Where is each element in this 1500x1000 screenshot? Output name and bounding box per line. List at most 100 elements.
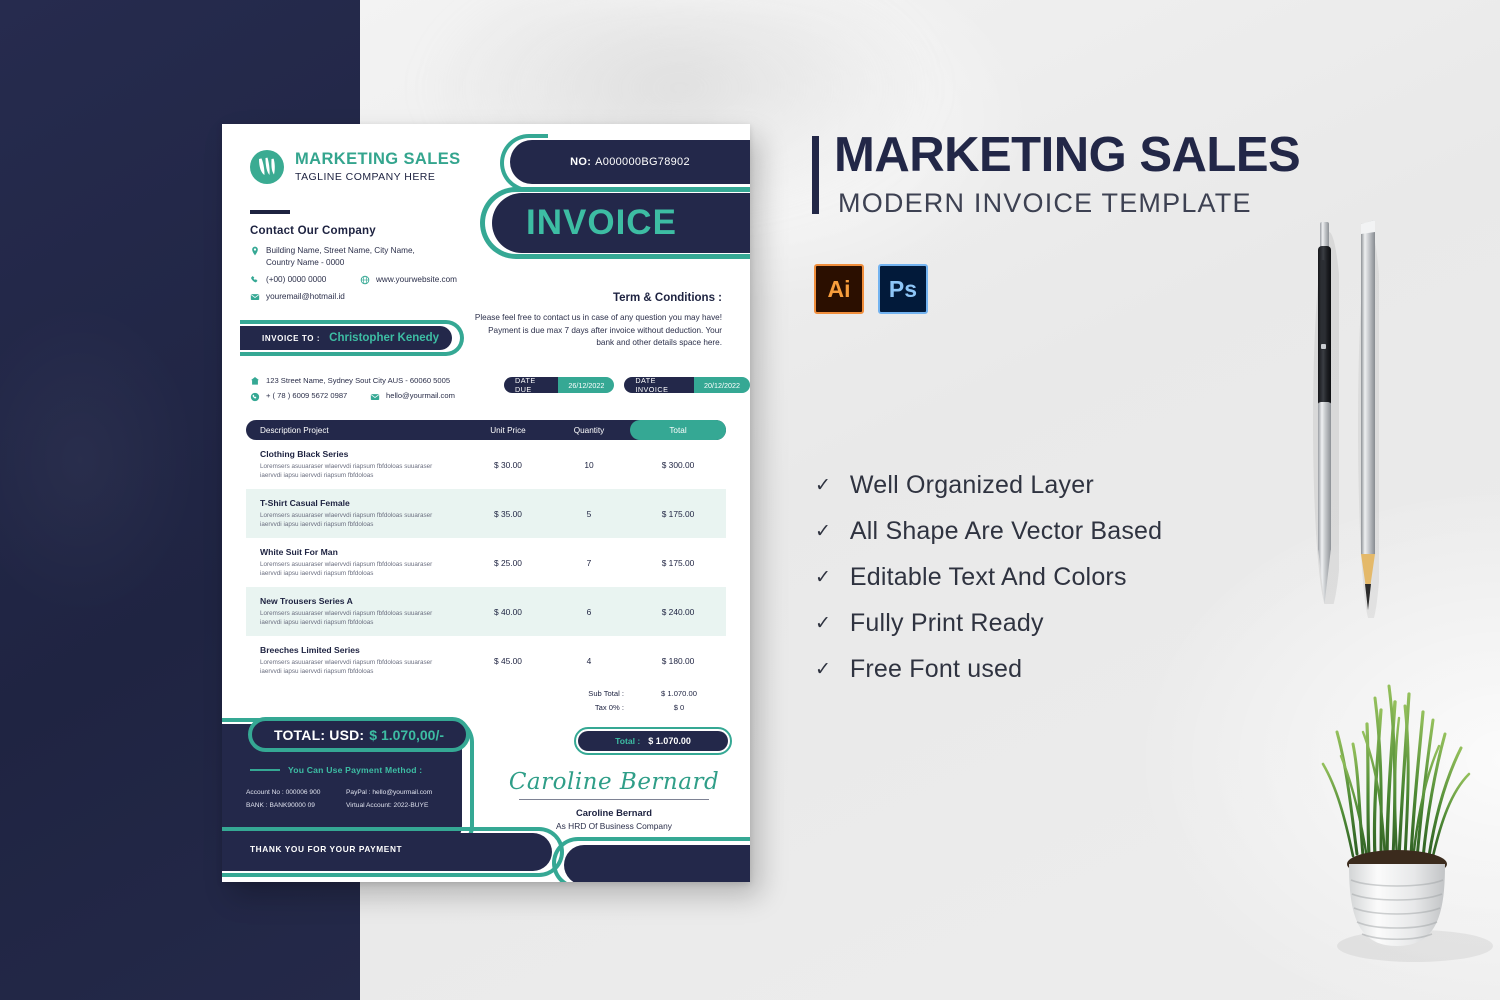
invoice-number-badge: NO: A000000BG78902 — [510, 140, 750, 184]
feature-item: ✓ Editable Text And Colors — [815, 554, 1255, 600]
signature-script: Caroline Bernard — [508, 769, 720, 795]
invoice-number-value: A000000BG78902 — [595, 156, 690, 168]
item-total: $ 240.00 — [661, 606, 695, 617]
contact-address-line1: Building Name, Street Name, City Name, — [266, 246, 415, 255]
scene: MARKETING SALES TAGLINE COMPANY HERE Con… — [0, 0, 1500, 1000]
brand-name: MARKETING SALES — [295, 150, 461, 169]
phone-icon — [251, 276, 258, 283]
contact-email-row: youremail@hotmail.id — [250, 291, 510, 303]
date-invoice-value: 20/12/2022 — [694, 377, 750, 393]
check-icon: ✓ — [815, 658, 831, 680]
feature-item: ✓ Free Font used — [815, 646, 1255, 692]
date-due-pill: DATE DUE 26/12/2022 — [504, 377, 615, 393]
grand-total-label: TOTAL: USD: — [273, 726, 365, 743]
summary-total-value: $ 1.070.00 — [648, 736, 691, 746]
invoice-sheet: MARKETING SALES TAGLINE COMPANY HERE Con… — [222, 124, 750, 882]
payment-row-2: BANK : BANK90000 09 Virtual Account: 202… — [246, 800, 461, 813]
feature-label: Fully Print Ready — [849, 608, 1044, 637]
payment-paypal: PayPal : hello@yourmail.com — [346, 789, 433, 796]
leaf-logo-icon — [250, 150, 284, 184]
summary-total-pill: Total : $ 1.070.00 — [578, 731, 728, 751]
column-header-total: Total — [630, 420, 726, 440]
invoice-banner-title: INVOICE — [526, 203, 677, 242]
summary-block: Sub Total : $ 1.070.00 Tax 0% : $ 0 — [536, 689, 726, 717]
globe-icon — [360, 275, 370, 285]
client-address: 123 Street Name, Sydney Sout City AUS - … — [266, 376, 451, 385]
phone-circle-icon — [250, 392, 260, 401]
item-unit-price: $ 35.00 — [494, 508, 522, 519]
item-quantity: 7 — [586, 557, 592, 568]
summary-subtotal-label: Sub Total : — [588, 689, 624, 698]
illustrator-badge-icon: Ai — [814, 264, 864, 314]
item-description: Loremsers asuuaraser wlaervvdi riapsum f… — [260, 560, 433, 577]
contact-website: www.yourwebsite.com — [376, 274, 457, 284]
item-name: New Trousers Series A — [260, 595, 353, 606]
promo-subtitle: MODERN INVOICE TEMPLATE — [838, 188, 1252, 218]
item-name: White Suit For Man — [260, 546, 338, 557]
home-icon — [251, 377, 259, 385]
summary-total-label: Total : — [615, 736, 641, 746]
date-due-value: 26/12/2022 — [558, 377, 615, 393]
invoice-to-bar: INVOICE TO : Christopher Kenedy — [240, 326, 452, 350]
invoice-to-label: INVOICE TO : — [262, 333, 321, 343]
item-description: Loremsers asuuaraser wlaervvdi riapsum f… — [260, 511, 433, 528]
signature-name: Caroline Bernard — [575, 807, 653, 818]
contact-phone-web-row: (+00) 0000 0000 www.yourwebsite.com — [250, 274, 510, 286]
check-icon: ✓ — [815, 566, 831, 588]
client-address-row: 123 Street Name, Sydney Sout City AUS - … — [250, 375, 455, 386]
graphite-pencil — [1358, 220, 1379, 618]
table-row: Breeches Limited Series Loremsers asuuar… — [246, 636, 726, 685]
line-items-table: Description Project Unit Price Quantity … — [246, 420, 726, 685]
feature-item: ✓ Fully Print Ready — [815, 600, 1255, 646]
item-quantity: 5 — [586, 508, 592, 519]
payment-method-title-row: You Can Use Payment Method : — [250, 765, 422, 775]
payment-account-no: Account No : 000006 900 — [246, 789, 321, 796]
payment-details-grid: Account No : 000006 900 PayPal : hello@y… — [246, 787, 461, 812]
column-header-unit-price: Unit Price — [490, 425, 526, 435]
item-name: T-Shirt Casual Female — [260, 497, 350, 508]
terms-body: Please feel free to contact us in case o… — [474, 313, 722, 348]
client-email: hello@yourmail.com — [386, 391, 455, 401]
brand-tagline: TAGLINE COMPANY HERE — [295, 170, 436, 183]
mail-icon — [250, 293, 260, 300]
feature-item: ✓ Well Organized Layer — [815, 462, 1255, 508]
background-left-blob — [0, 300, 200, 620]
item-total: $ 175.00 — [661, 508, 695, 519]
item-total: $ 175.00 — [661, 557, 695, 568]
table-header-row: Description Project Unit Price Quantity … — [246, 420, 726, 440]
item-quantity: 6 — [586, 606, 592, 617]
summary-tax-value: $ 0 — [673, 703, 685, 712]
grand-total-pill: TOTAL: USD: $ 1.070,00/- — [254, 723, 464, 746]
column-header-description: Description Project — [260, 425, 329, 435]
date-invoice-pill: DATE INVOICE 20/12/2022 — [624, 377, 750, 393]
item-quantity: 10 — [584, 459, 594, 470]
summary-subtotal-value: $ 1.070.00 — [661, 689, 697, 698]
location-pin-icon — [252, 246, 258, 256]
payment-row-1: Account No : 000006 900 PayPal : hello@y… — [246, 787, 461, 800]
item-unit-price: $ 40.00 — [494, 606, 522, 617]
software-badges: Ai Ps — [814, 264, 928, 314]
footer-text: THANK YOU FOR YOUR PAYMENT — [250, 844, 403, 854]
contact-email: youremail@hotmail.id — [266, 291, 345, 301]
promo-title-bar — [812, 136, 819, 214]
item-total: $ 180.00 — [661, 655, 695, 666]
feature-label: Editable Text And Colors — [849, 562, 1127, 591]
ballpoint-pen — [1313, 222, 1339, 604]
grand-total-value: $ 1.070,00/- — [369, 726, 445, 743]
item-unit-price: $ 30.00 — [494, 459, 522, 470]
item-unit-price: $ 25.00 — [494, 557, 522, 568]
item-quantity: 4 — [586, 655, 592, 666]
client-phone-email-row: + ( 78 ) 6009 5672 0987 hello@yourmail.c… — [250, 390, 455, 401]
potted-grass-plant — [1321, 684, 1493, 962]
column-header-quantity: Quantity — [573, 425, 605, 435]
feature-label: All Shape Are Vector Based — [849, 516, 1163, 545]
contact-title: Contact Our Company — [250, 225, 376, 237]
item-description: Loremsers asuuaraser wlaervvdi riapsum f… — [260, 462, 433, 479]
invoice-number-label: NO: — [570, 156, 592, 168]
feature-item: ✓ All Shape Are Vector Based — [815, 508, 1255, 554]
client-phone: + ( 78 ) 6009 5672 0987 — [266, 391, 348, 401]
table-row: T-Shirt Casual Female Loremsers asuuaras… — [246, 489, 726, 538]
item-name: Clothing Black Series — [260, 448, 349, 459]
summary-tax-label: Tax 0% : — [594, 703, 624, 712]
signature-line — [519, 799, 709, 800]
